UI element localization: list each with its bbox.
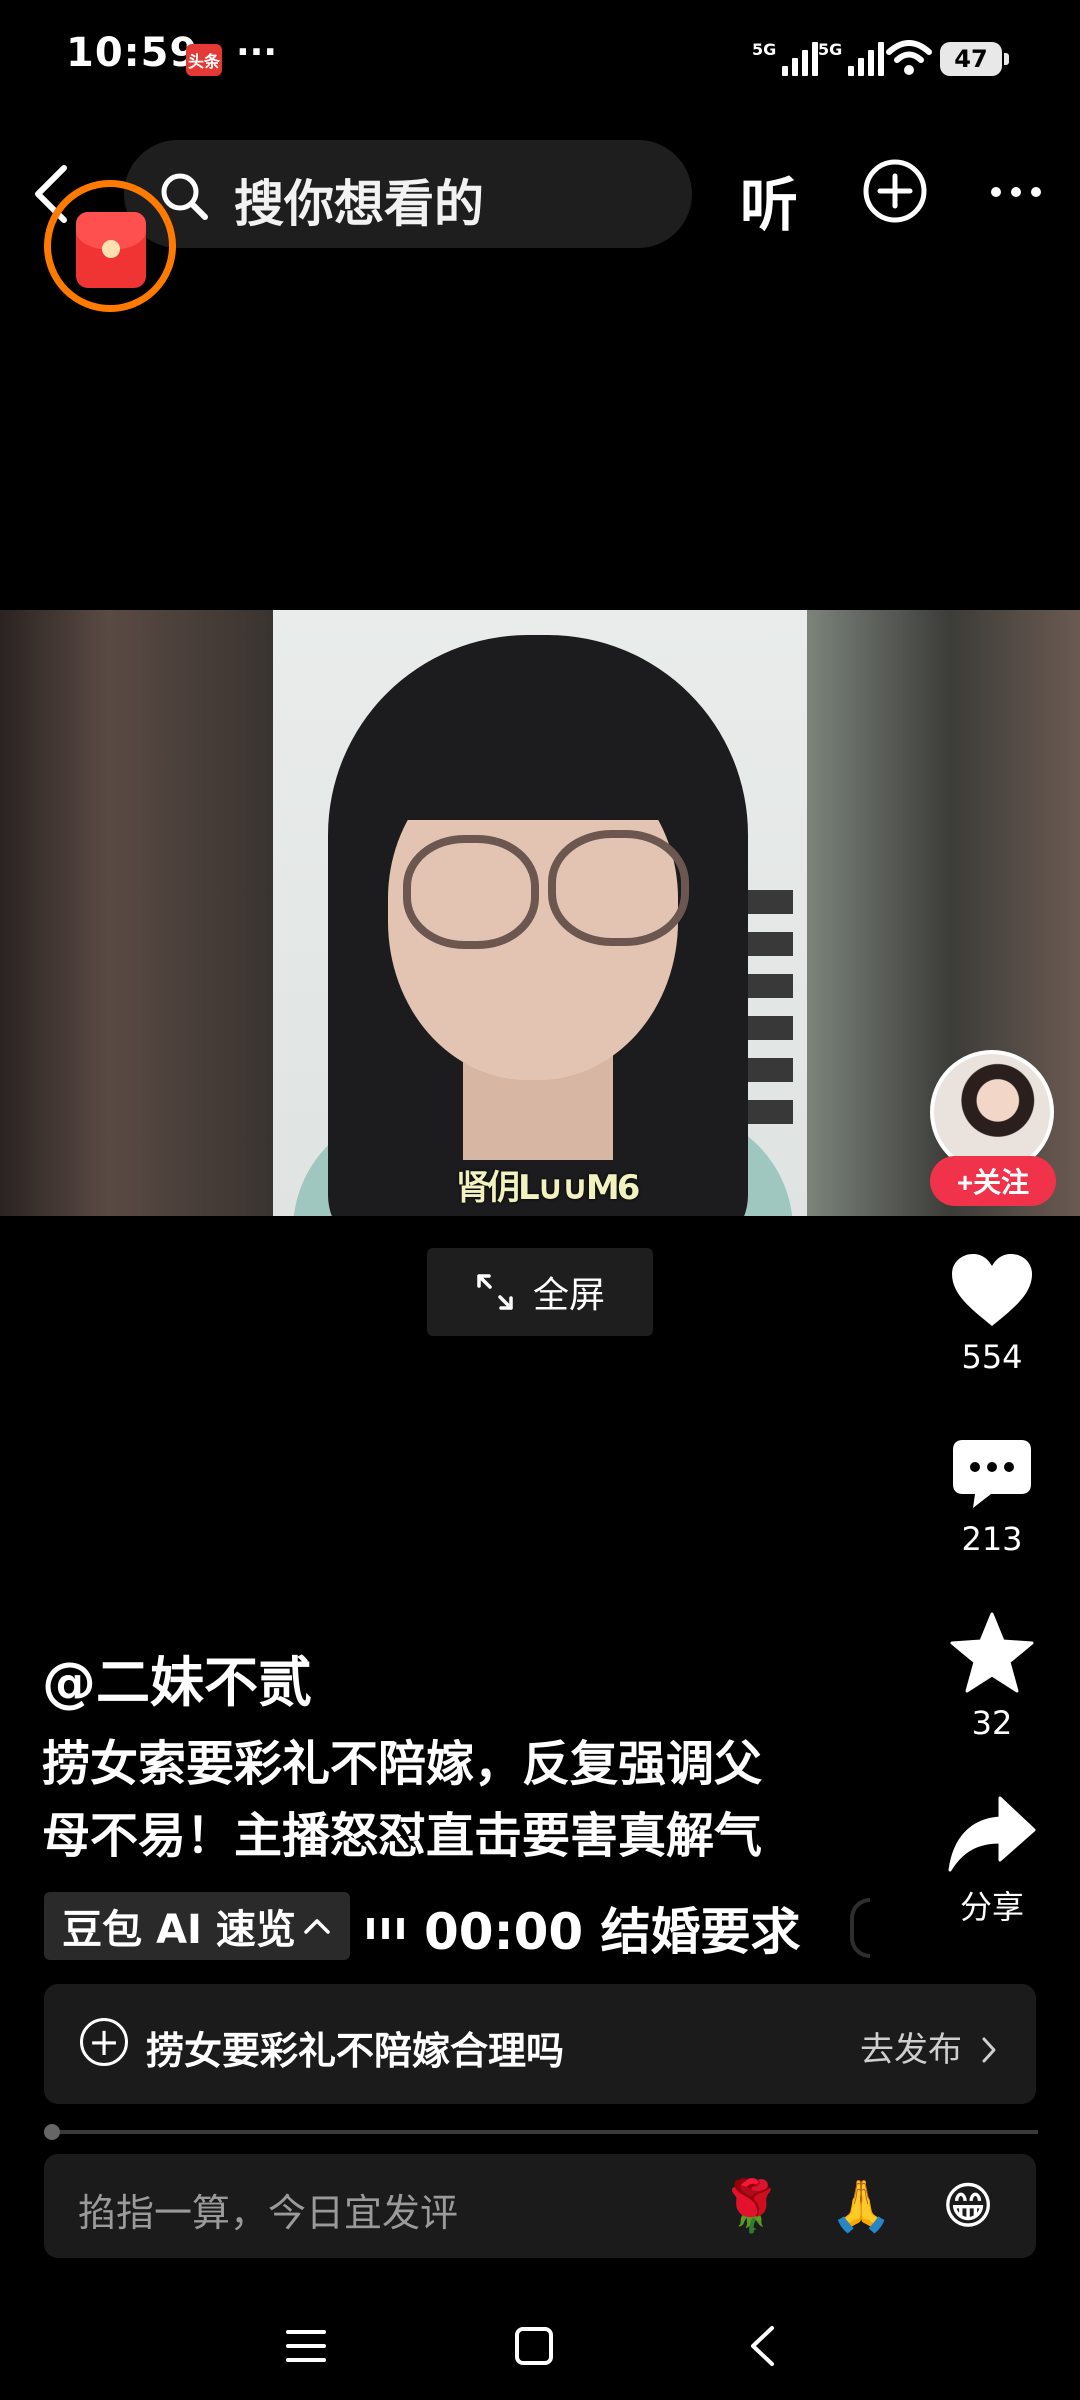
battery-icon: 47 — [940, 42, 1009, 76]
progress-handle[interactable] — [44, 2124, 60, 2140]
menu-icon[interactable] — [286, 2328, 326, 2364]
wifi-icon — [886, 40, 932, 75]
description-line-2: 母不易！主播怒怼直击要害真解气 — [42, 1808, 763, 1864]
system-navigation-bar — [0, 2286, 1080, 2400]
expand-icon — [477, 1274, 513, 1310]
doubao-label: 豆包 AI 速览 — [62, 1907, 296, 1953]
author-name[interactable]: @二妹不贰 — [42, 1638, 312, 1717]
toutiao-badge-icon: 头条 — [186, 44, 222, 76]
pray-emoji-button[interactable]: 🙏 — [830, 2176, 892, 2236]
publish-label: 去发布 — [860, 2030, 962, 2070]
favorite-count: 32 — [971, 1704, 1013, 1742]
signal-5g-1-icon: 5G — [752, 40, 819, 76]
like-count: 554 — [961, 1338, 1023, 1376]
red-packet-icon[interactable] — [76, 212, 146, 288]
comment-icon — [953, 1440, 1031, 1508]
comment-placeholder[interactable]: 掐指一算，今日宜发评 — [78, 2182, 458, 2237]
chevron-up-icon — [304, 1919, 330, 1934]
comment-action[interactable]: 213 — [930, 1438, 1054, 1558]
share-label: 分享 — [959, 1888, 1024, 1926]
status-more-indicator: ··· — [236, 32, 278, 73]
like-action[interactable]: 554 — [930, 1252, 1054, 1376]
favorite-action[interactable]: 32 — [930, 1612, 1054, 1742]
home-icon[interactable] — [514, 2326, 554, 2366]
doubao-ai-summary-button[interactable]: 豆包 AI 速览 — [44, 1892, 350, 1960]
comment-count: 213 — [961, 1520, 1023, 1558]
fullscreen-label: 全屏 — [532, 1275, 605, 1316]
listen-button[interactable]: 听 — [740, 158, 798, 242]
search-placeholder: 搜你想看的 — [234, 175, 484, 233]
summary-ticker[interactable]: 00:00 结婚要求 — [424, 1892, 801, 1964]
plus-circle-icon[interactable] — [862, 158, 928, 224]
fullscreen-button[interactable]: 全屏 — [427, 1248, 653, 1336]
topic-title: 捞女要彩礼不陪嫁合理吗 — [146, 2029, 565, 2073]
share-icon — [948, 1796, 1036, 1872]
share-action[interactable]: 分享 — [930, 1796, 1054, 1928]
follow-button[interactable]: +关注 — [930, 1156, 1056, 1206]
grin-emoji-button[interactable]: 😁 — [942, 2176, 994, 2236]
chevron-right-icon — [982, 2037, 996, 2063]
ticker-edge-decoration — [850, 1898, 870, 1958]
audio-bars-icon: ııı — [364, 1904, 410, 1948]
description-line-1: 捞女索要彩礼不陪嫁，反复强调父 — [42, 1736, 763, 1792]
signal-1-label: 5G — [752, 40, 777, 59]
star-icon — [950, 1612, 1034, 1693]
video-progress-bar[interactable] — [44, 2130, 1038, 2134]
heart-icon — [952, 1254, 1032, 1326]
video-player[interactable] — [273, 610, 807, 1216]
video-subtitle: 肾仴L∪∪M6 — [456, 1168, 640, 1208]
signal-5g-2-icon: 5G — [818, 40, 885, 76]
signal-2-label: 5G — [818, 40, 843, 59]
status-time: 10:59 — [66, 30, 199, 76]
post-description: 捞女索要彩礼不陪嫁，反复强调父 母不易！主播怒怼直击要害真解气 — [42, 1728, 842, 1872]
publish-link[interactable]: 去发布 — [860, 2022, 999, 2071]
rose-emoji-button[interactable]: 🌹 — [720, 2176, 782, 2236]
plus-circle-small-icon: + — [80, 2018, 128, 2066]
more-icon[interactable] — [988, 184, 1044, 200]
nav-back-icon[interactable] — [748, 2324, 776, 2368]
